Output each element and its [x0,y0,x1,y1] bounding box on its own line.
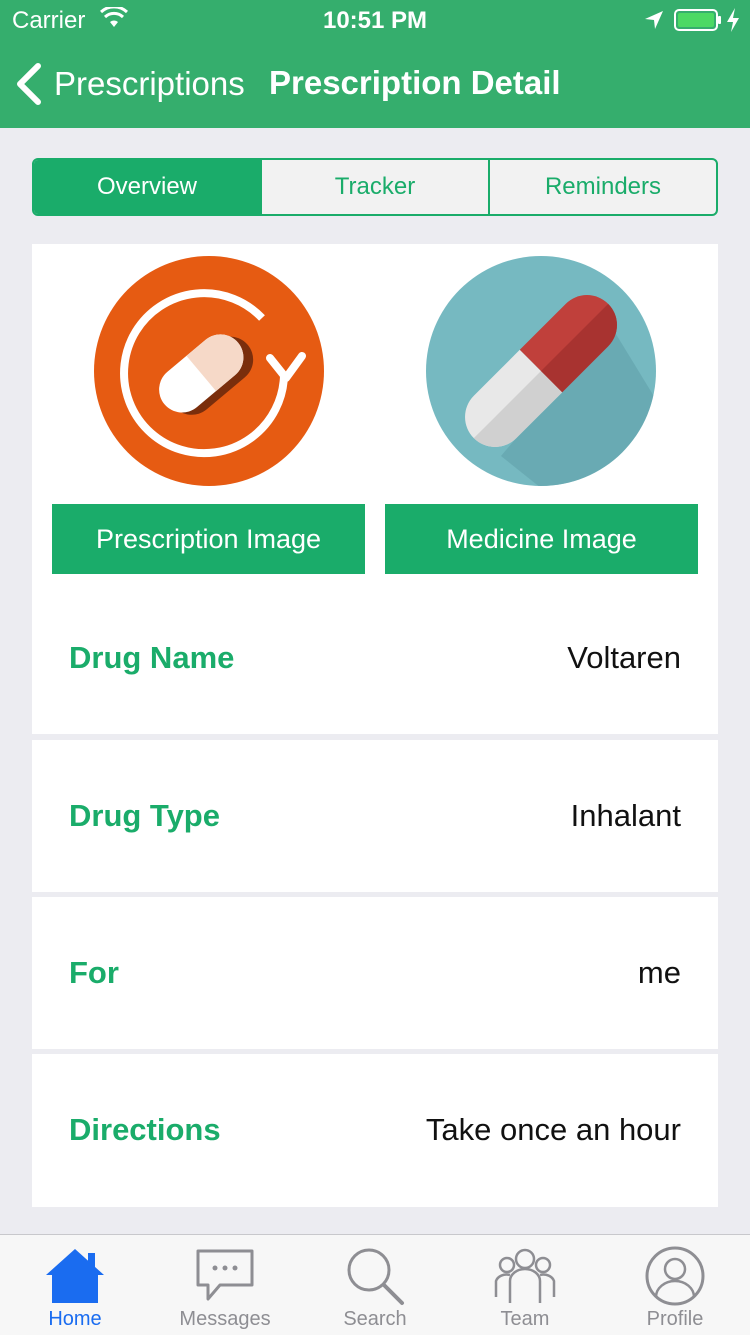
location-arrow-icon [645,11,663,29]
prescription-image-button[interactable]: Prescription Image [52,504,365,574]
tab-bar: Home Messages Search Team Profile [0,1234,750,1335]
drug-type-label: Drug Type [69,798,220,833]
detail-row-drug-type: Drug Type Inhalant [32,740,718,892]
detail-row-drug-name: Drug Name Voltaren [32,582,718,734]
tab-home-label: Home [48,1308,102,1330]
tab-home[interactable]: Home [0,1235,150,1335]
drug-name-label: Drug Name [69,640,235,675]
search-icon [347,1248,404,1305]
home-icon [46,1249,104,1303]
segment-tracker[interactable]: Tracker [262,160,490,214]
for-label: For [69,955,119,990]
medicine-image-button[interactable]: Medicine Image [385,504,698,574]
battery-icon [674,9,721,31]
directions-value: Take once an hour [425,1112,681,1147]
for-value: me [637,955,681,990]
back-button[interactable]: Prescriptions [14,62,245,106]
tab-profile-label: Profile [646,1308,704,1330]
profile-icon [645,1246,705,1306]
directions-label: Directions [69,1112,221,1147]
chevron-left-icon [17,63,41,105]
capsule-icon [426,256,656,486]
chat-bubble-icon [196,1249,254,1301]
tab-team-label: Team [500,1308,550,1330]
drug-type-value: Inhalant [570,798,681,833]
detail-row-for: For me [32,897,718,1049]
status-time: 10:51 PM [322,7,428,34]
detail-row-directions: Directions Take once an hour [32,1054,718,1207]
tab-messages[interactable]: Messages [150,1235,300,1335]
page-title: Prescription Detail [269,64,561,101]
navigation-bar: Carrier 10:51 PM Prescriptions Prescript… [0,0,750,128]
prescription-refill-icon [94,256,324,486]
team-icon [494,1248,556,1303]
segmented-control: Overview Tracker Reminders [32,158,718,216]
drug-name-value: Voltaren [567,640,681,675]
tab-messages-label: Messages [179,1308,271,1330]
segment-reminders[interactable]: Reminders [490,160,716,214]
status-bar: Carrier 10:51 PM [0,0,750,40]
back-button-label: Prescriptions [54,65,245,102]
tab-profile[interactable]: Profile [600,1235,750,1335]
segment-overview[interactable]: Overview [34,160,262,214]
charging-bolt-icon [727,8,739,32]
tab-team[interactable]: Team [450,1235,600,1335]
tab-search[interactable]: Search [300,1235,450,1335]
tab-search-label: Search [343,1308,407,1330]
